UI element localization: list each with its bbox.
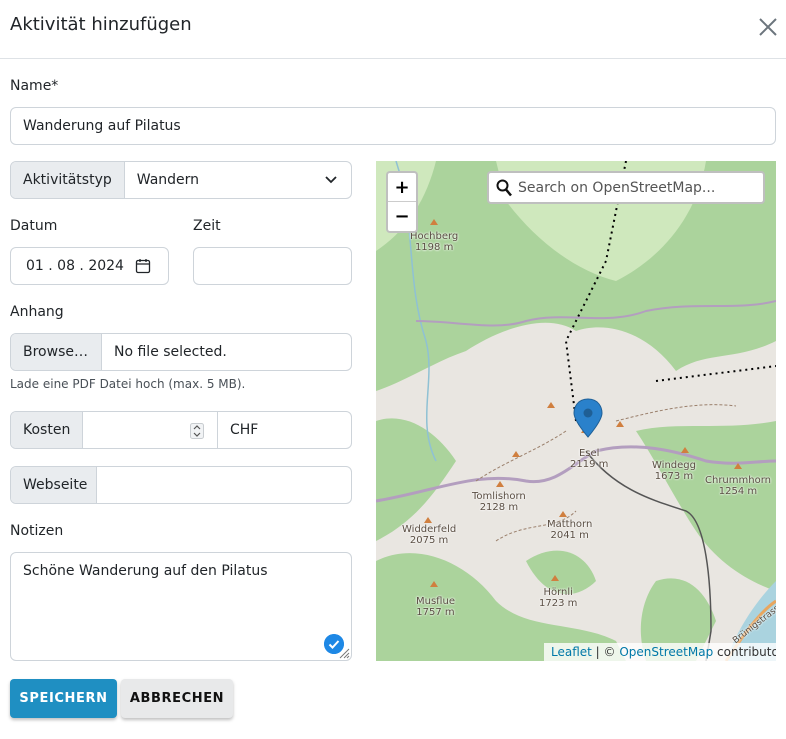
map-place-label: Windegg 1673 m (652, 460, 696, 482)
map-place-label: Tomlishorn 2128 m (472, 491, 526, 513)
save-button[interactable]: SPEICHERN (10, 679, 117, 718)
modal-title: Aktivität hinzufügen (10, 14, 192, 35)
zoom-out-button[interactable]: − (388, 202, 416, 231)
attachment-hint: Lade eine PDF Datei hoch (max. 5 MB). (10, 377, 246, 391)
map-place-label: Musflue 1757 m (416, 596, 455, 618)
activity-type-label: Aktivitätstyp (11, 162, 125, 198)
notes-value: Schöne Wanderung auf den Pilatus (23, 563, 268, 579)
resize-grip-icon[interactable] (339, 648, 350, 659)
name-input[interactable]: Wanderung auf Pilatus (10, 107, 776, 145)
close-icon (759, 18, 777, 36)
activity-type-group: Aktivitätstyp Wandern (10, 161, 352, 199)
map-zoom-control: + − (386, 171, 418, 233)
attachment-label: Anhang (10, 304, 64, 320)
website-input[interactable] (97, 467, 351, 503)
number-spinner-icon[interactable] (190, 423, 204, 439)
close-button[interactable] (755, 14, 781, 40)
map-attribution: Leaflet | © OpenStreetMap contributors (544, 643, 776, 661)
map-place-label: Hochberg 1198 m (410, 231, 459, 253)
activity-type-value: Wandern (136, 172, 200, 188)
name-label: Name* (10, 78, 59, 94)
website-group: Webseite (10, 466, 352, 504)
name-input-value: Wanderung auf Pilatus (23, 118, 181, 134)
map-place-label: Matthorn 2041 m (547, 519, 593, 541)
time-label: Zeit (193, 218, 221, 234)
currency-value: CHF (230, 422, 259, 438)
browse-button[interactable]: Browse… (11, 334, 102, 370)
cancel-button[interactable]: ABBRECHEN (121, 679, 233, 718)
activity-type-select[interactable]: Wandern (125, 162, 351, 198)
notes-label: Notizen (10, 523, 64, 539)
search-icon (496, 179, 512, 196)
date-label: Datum (10, 218, 58, 234)
attachment-group: Browse… No file selected. (10, 333, 352, 371)
map-place-label: Chrummhorn 1254 m (705, 475, 771, 497)
modal-header: Aktivität hinzufügen (0, 0, 786, 59)
chevron-down-icon (325, 176, 337, 184)
calendar-icon[interactable] (135, 258, 151, 274)
map-place-label: Widderfeld 2075 m (402, 524, 457, 546)
cost-label: Kosten (11, 412, 83, 448)
map-place-label: Hörnli 1723 m (539, 587, 578, 609)
website-label: Webseite (11, 467, 97, 503)
date-input[interactable]: 01 . 08 . 2024 (10, 247, 169, 285)
map-search-input[interactable]: Search on OpenStreetMap... (487, 171, 765, 204)
map-search-placeholder: Search on OpenStreetMap... (518, 179, 716, 196)
date-input-value: 01 . 08 . 2024 (26, 258, 124, 274)
file-status: No file selected. (114, 344, 227, 360)
cost-group: Kosten CHF (10, 411, 352, 449)
time-input[interactable] (193, 247, 352, 285)
leaflet-link[interactable]: Leaflet (551, 645, 592, 659)
currency-field[interactable]: CHF (218, 412, 351, 448)
cost-input[interactable] (83, 412, 218, 448)
attribution-suffix: contributors (717, 645, 776, 659)
notes-textarea[interactable]: Schöne Wanderung auf den Pilatus (10, 552, 352, 661)
zoom-in-button[interactable]: + (388, 173, 416, 202)
attribution-separator: | © (591, 645, 620, 659)
map[interactable]: Hochberg 1198 m Esel 2119 m Windegg 1673 m … (376, 161, 776, 661)
openstreetmap-link[interactable]: OpenStreetMap (619, 645, 713, 659)
map-place-label: Esel 2119 m (570, 448, 609, 470)
